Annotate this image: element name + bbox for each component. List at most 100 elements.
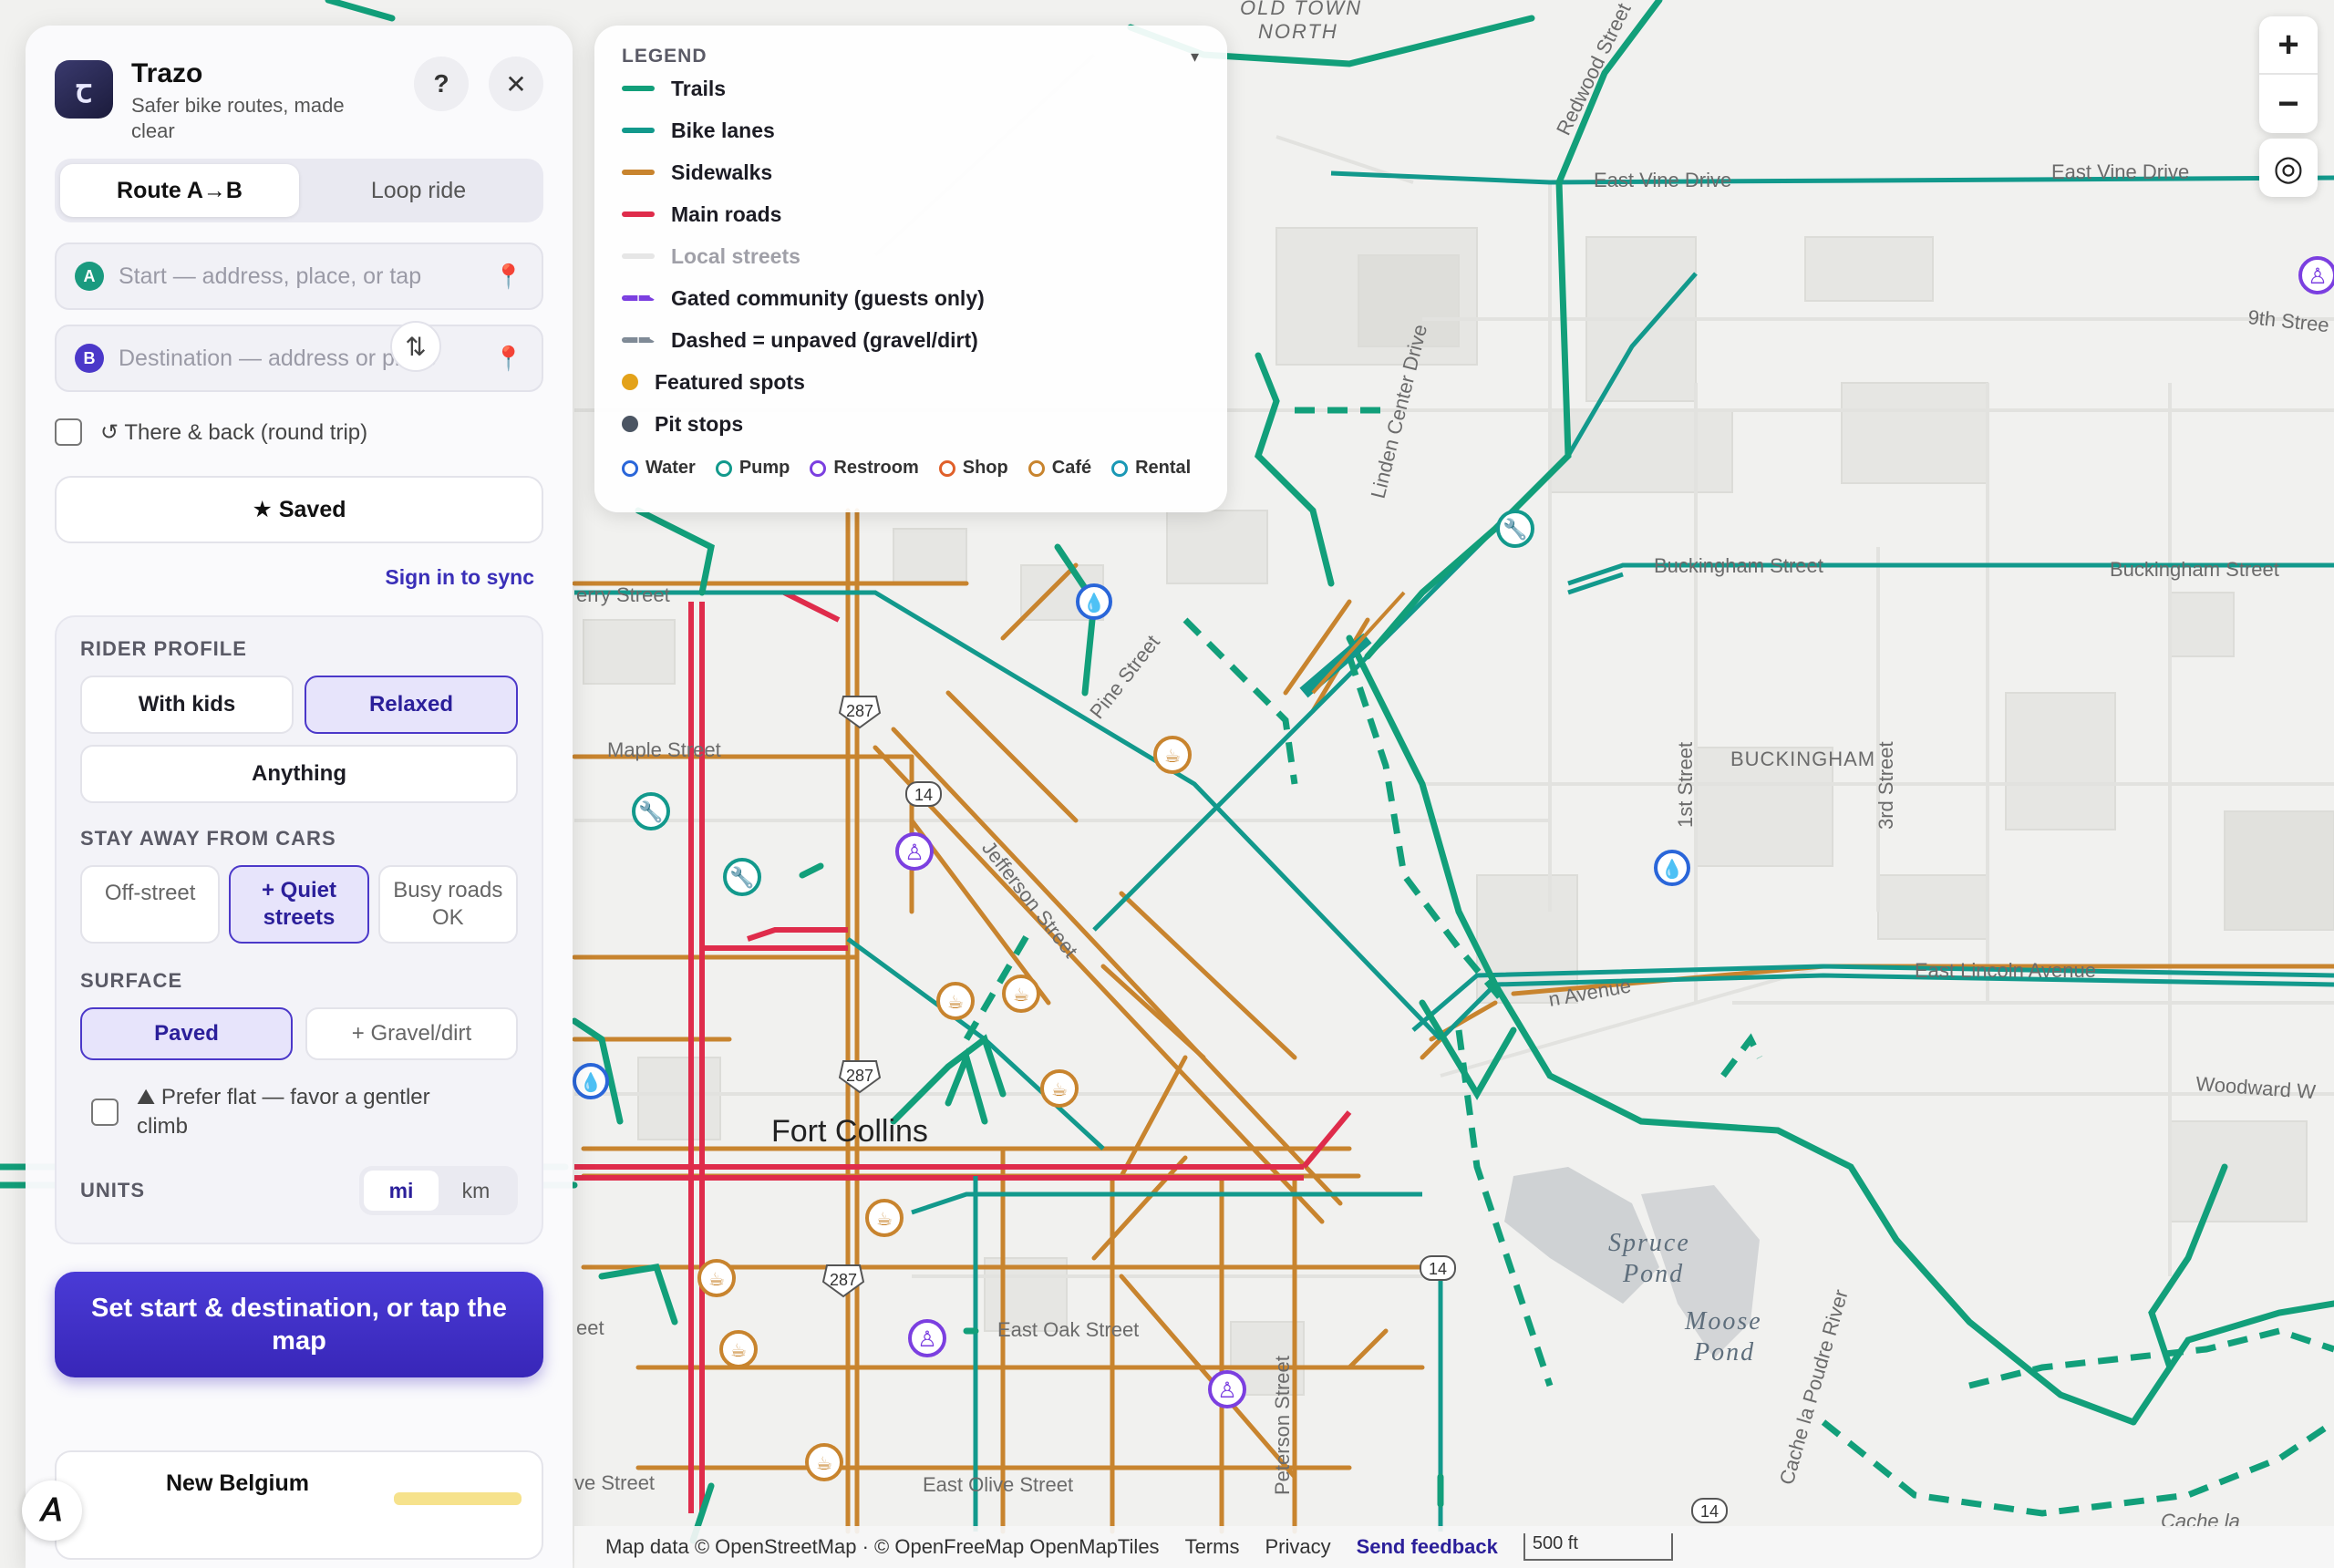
cars-quiet-streets[interactable]: + Quiet streets — [229, 865, 369, 944]
legend-row-pit-stops: Pit stops — [622, 403, 1200, 445]
start-pin-icon[interactable]: 📍 — [494, 263, 523, 291]
city-label: Fort Collins — [771, 1114, 928, 1149]
cars-off-street[interactable]: Off-street — [80, 865, 221, 944]
start-field: A 📍 — [55, 242, 543, 310]
cars-busy-roads-ok[interactable]: Busy roads OK — [377, 865, 518, 944]
svg-text:♙: ♙ — [1217, 1378, 1237, 1403]
bike-lanes-swatch — [622, 128, 655, 133]
svg-text:☕: ☕ — [708, 1270, 725, 1290]
units-row: UNITS mi km — [80, 1166, 518, 1215]
prefer-flat-row[interactable]: ⛰ Prefer flat — favor a gentler climb — [80, 1080, 518, 1144]
profile-with-kids[interactable]: With kids — [80, 676, 294, 734]
svg-text:287: 287 — [830, 1271, 857, 1289]
rider-profile-title: RIDER PROFILE — [80, 637, 247, 660]
surface-gravel-dirt[interactable]: + Gravel/dirt — [305, 1007, 518, 1060]
poi-type-row: Water Pump Restroom Shop Café Rental — [622, 458, 1200, 479]
svg-text:☕: ☕ — [730, 1341, 747, 1361]
pit-stop-dot — [622, 416, 638, 432]
privacy-link[interactable]: Privacy — [1265, 1535, 1330, 1559]
co14-shield: 14 — [905, 781, 942, 807]
unit-km[interactable]: km — [439, 1171, 513, 1211]
svg-text:287: 287 — [846, 1067, 873, 1085]
svg-text:3rd Street: 3rd Street — [1874, 741, 1897, 830]
zoom-out-button[interactable]: − — [2259, 75, 2318, 133]
round-trip-row[interactable]: ↺ There & back (round trip) — [55, 414, 543, 450]
close-panel-button[interactable]: ✕ — [489, 57, 543, 111]
profile-anything[interactable]: Anything — [80, 745, 518, 803]
destination-pin-icon[interactable]: 📍 — [494, 345, 523, 373]
svg-text:♙: ♙ — [904, 841, 924, 865]
profile-relaxed[interactable]: Relaxed — [305, 676, 518, 734]
surface-paved[interactable]: Paved — [80, 1007, 293, 1060]
openfreemap-logo-icon[interactable]: 𝘈 — [22, 1480, 82, 1541]
svg-text:☕: ☕ — [1013, 985, 1029, 1006]
local-streets-swatch — [622, 253, 655, 259]
pump-ring-icon — [715, 459, 732, 477]
cafe-marker: ☕ — [697, 1259, 736, 1297]
svg-text:☕: ☕ — [947, 993, 964, 1013]
svg-text:♙: ♙ — [2308, 264, 2328, 289]
poi-water: Water — [622, 458, 696, 479]
pump-marker: 🔧 — [632, 792, 670, 830]
co14-shield: 14 — [1691, 1498, 1728, 1523]
svg-text:💧: 💧 — [580, 1071, 603, 1093]
map-data-credit[interactable]: Map data © OpenStreetMap · © OpenFreeMap… — [605, 1535, 1160, 1559]
pump-marker: 🔧 — [1496, 510, 1534, 548]
cars-title: STAY AWAY FROM CARS — [80, 827, 336, 850]
legend-row-trails: Trails — [622, 67, 1200, 109]
cafe-marker: ☕ — [1153, 736, 1192, 774]
svg-text:BUCKINGHAM: BUCKINGHAM — [1730, 748, 1875, 770]
svg-text:East Oak Street: East Oak Street — [997, 1318, 1139, 1341]
svg-text:East Olive Street: East Olive Street — [923, 1473, 1073, 1496]
zoom-in-button[interactable]: + — [2259, 16, 2318, 75]
featured-spot-card[interactable]: New Belgium — [55, 1450, 543, 1560]
map-legend: LEGEND ▾ Trails Bike lanes Sidewalks Mai… — [594, 26, 1227, 512]
zoom-controls: + − — [2259, 16, 2318, 133]
svg-text:ve Street: ve Street — [574, 1471, 655, 1494]
prefer-flat-label: ⛰ Prefer flat — favor a gentler climb — [137, 1085, 430, 1139]
water-marker: 💧 — [1076, 583, 1112, 620]
svg-text:287: 287 — [846, 702, 873, 720]
svg-text:Moose: Moose — [1684, 1307, 1762, 1336]
route-planner-panel: ꞇ Trazo Safer bike routes, made clear ? … — [26, 26, 573, 1568]
svg-text:Buckingham Street: Buckingham Street — [1654, 554, 1823, 577]
svg-text:OLD TOWN: OLD TOWN — [1240, 0, 1362, 19]
legend-row-local-streets: Local streets — [622, 235, 1200, 277]
unpaved-swatch — [622, 337, 655, 343]
brand-header: ꞇ Trazo Safer bike routes, made clear ? … — [55, 53, 543, 144]
tab-route-a-b[interactable]: Route A→B — [60, 164, 299, 217]
restroom-marker: ♙ — [908, 1319, 946, 1357]
start-input[interactable] — [119, 263, 485, 290]
send-feedback-link[interactable]: Send feedback — [1357, 1535, 1498, 1559]
water-ring-icon — [622, 459, 638, 477]
terms-link[interactable]: Terms — [1185, 1535, 1240, 1559]
unit-mi[interactable]: mi — [364, 1171, 439, 1211]
sign-in-sync-link[interactable]: Sign in to sync — [55, 565, 534, 590]
saved-button[interactable]: ★ Saved — [55, 476, 543, 543]
svg-text:14: 14 — [914, 786, 933, 804]
swap-icon[interactable]: ⇅ — [390, 321, 441, 372]
chevron-down-icon[interactable]: ▾ — [1191, 47, 1200, 67]
round-trip-checkbox[interactable] — [55, 418, 82, 446]
pump-marker: 🔧 — [723, 858, 761, 896]
help-button[interactable]: ? — [414, 57, 469, 111]
destination-badge-icon: B — [75, 344, 104, 373]
prefer-flat-checkbox[interactable] — [91, 1099, 119, 1126]
svg-text:☕: ☕ — [1051, 1080, 1068, 1100]
sidewalks-swatch — [622, 170, 655, 175]
tab-loop-ride[interactable]: Loop ride — [299, 164, 538, 217]
svg-text:💧: 💧 — [1083, 592, 1106, 614]
legend-row-bike-lanes: Bike lanes — [622, 109, 1200, 151]
locate-me-icon[interactable]: ◎ — [2259, 139, 2318, 197]
app-logo-icon: ꞇ — [55, 60, 113, 119]
units-title: UNITS — [80, 1179, 145, 1202]
svg-text:East Vine Drive: East Vine Drive — [2051, 160, 2189, 183]
svg-text:💧: 💧 — [1661, 858, 1684, 880]
app-title: Trazo — [131, 58, 203, 88]
svg-text:🔧: 🔧 — [729, 865, 754, 889]
svg-text:🔧: 🔧 — [638, 799, 663, 823]
svg-text:Maple Street: Maple Street — [607, 738, 721, 761]
legend-header[interactable]: LEGEND ▾ — [622, 46, 1200, 67]
set-route-button[interactable]: Set start & destination, or tap the map — [55, 1272, 543, 1377]
svg-text:eet: eet — [576, 1316, 604, 1339]
